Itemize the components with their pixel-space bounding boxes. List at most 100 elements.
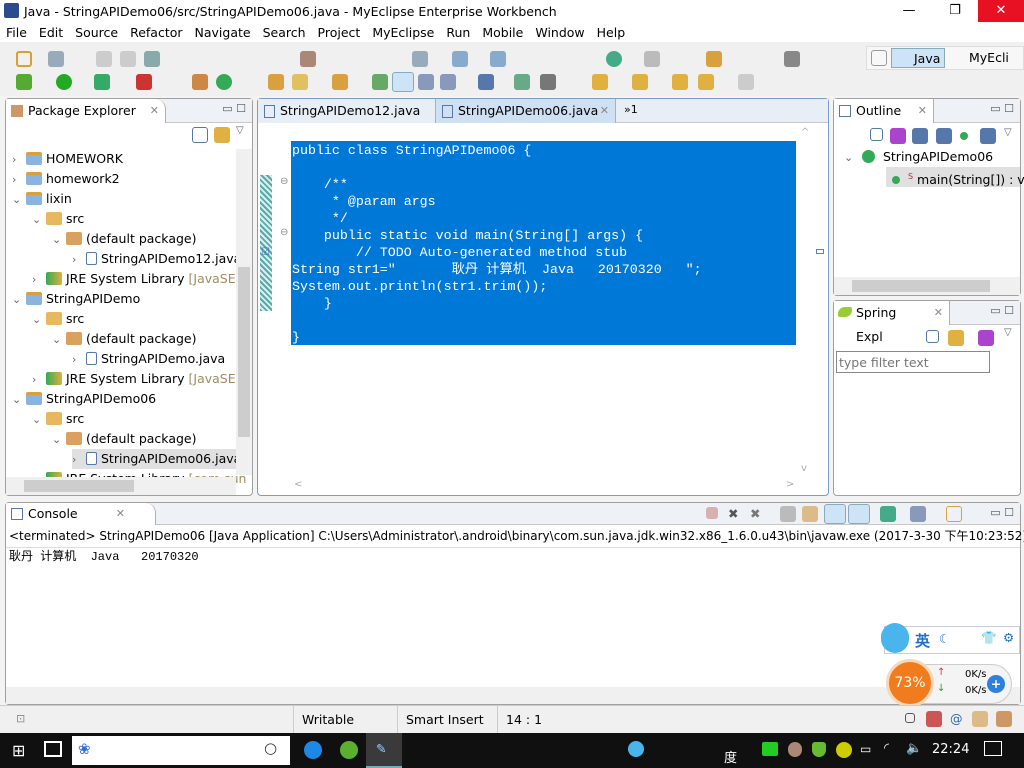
open-perspective-icon[interactable] bbox=[706, 51, 722, 67]
new-file-icon[interactable] bbox=[48, 51, 64, 67]
chevron-right-icon[interactable]: › bbox=[12, 150, 26, 170]
skin-icon[interactable]: 👕 bbox=[981, 630, 997, 646]
vertical-scrollbar[interactable] bbox=[236, 149, 252, 475]
browser-icon[interactable] bbox=[606, 51, 622, 67]
java-perspective-button[interactable]: Java bbox=[891, 48, 946, 68]
save-icon[interactable] bbox=[96, 51, 112, 67]
chevron-down-icon[interactable]: ⌄ bbox=[32, 310, 46, 330]
coverage-icon[interactable] bbox=[94, 74, 110, 90]
back-icon[interactable] bbox=[698, 74, 714, 90]
tab-overflow[interactable]: »1 bbox=[624, 103, 638, 116]
javadoc-icon[interactable]: @ bbox=[950, 711, 963, 726]
tab-stringapidemo06[interactable]: StringAPIDemo06.java ✕ bbox=[436, 99, 616, 123]
horizontal-scrollbar[interactable] bbox=[6, 687, 1020, 704]
new-package-icon[interactable] bbox=[192, 74, 208, 90]
open-folder-icon[interactable] bbox=[332, 74, 348, 90]
menu-refactor[interactable]: Refactor bbox=[124, 25, 188, 40]
servers-icon[interactable] bbox=[996, 711, 1012, 727]
chevron-right-icon[interactable]: › bbox=[72, 450, 86, 470]
remove-launch-icon[interactable]: ✖ bbox=[728, 506, 744, 522]
fold-icon[interactable]: ⊖ bbox=[280, 227, 288, 238]
ime-tray-icon[interactable] bbox=[628, 741, 644, 757]
open-type-icon[interactable] bbox=[268, 74, 284, 90]
minimize-maximize-icons[interactable]: ▭ ☐ bbox=[990, 102, 1014, 115]
chevron-down-icon[interactable]: ⌄ bbox=[12, 290, 26, 310]
chevron-right-icon[interactable]: › bbox=[72, 250, 86, 270]
mark-occurrences-icon[interactable] bbox=[392, 72, 414, 92]
myeclipse-perspective-button[interactable]: MyEcli bbox=[951, 48, 1009, 68]
outline-class[interactable]: ⌄ StringAPIDemo06 bbox=[844, 147, 993, 167]
camera-icon[interactable] bbox=[784, 51, 800, 67]
menu-navigate[interactable]: Navigate bbox=[189, 25, 257, 40]
chevron-right-icon[interactable]: › bbox=[72, 350, 86, 370]
tree-item[interactable]: › homework2 bbox=[12, 169, 120, 189]
baidu-tray[interactable]: 度 bbox=[724, 747, 737, 766]
tree-item[interactable]: ⌄ StringAPIDemo bbox=[12, 289, 140, 309]
servlet-icon[interactable] bbox=[412, 51, 428, 67]
browser-app-icon[interactable] bbox=[304, 741, 322, 759]
horizontal-scrollbar[interactable] bbox=[834, 277, 1020, 295]
link-with-editor-icon[interactable] bbox=[948, 330, 964, 346]
collapse-all-icon[interactable] bbox=[192, 127, 208, 143]
minimize-maximize-icons[interactable]: ▭ ☐ bbox=[990, 304, 1014, 317]
task-icon[interactable] bbox=[644, 51, 660, 67]
close-icon[interactable]: ✕ bbox=[600, 99, 609, 123]
new-icon[interactable] bbox=[16, 51, 32, 67]
scroll-lock-icon[interactable] bbox=[802, 506, 818, 522]
iqiyi-tray-icon[interactable] bbox=[762, 742, 778, 756]
menu-edit[interactable]: Edit bbox=[33, 25, 69, 40]
view-menu-icon[interactable]: ▽ bbox=[1004, 127, 1012, 138]
prev-edit-icon[interactable] bbox=[632, 74, 648, 90]
hide-local-types-icon[interactable] bbox=[980, 128, 996, 144]
chevron-right-icon[interactable]: › bbox=[32, 370, 46, 390]
forward-icon[interactable] bbox=[738, 74, 754, 90]
close-icon[interactable]: ✕ bbox=[116, 503, 125, 525]
minimize-button[interactable]: — bbox=[886, 0, 932, 22]
menu-window[interactable]: Window bbox=[529, 25, 590, 40]
external-tools-icon[interactable] bbox=[136, 74, 152, 90]
debug-icon[interactable] bbox=[16, 74, 32, 90]
gear-icon[interactable]: ⚙ bbox=[1003, 630, 1014, 645]
chevron-down-icon[interactable]: ⌄ bbox=[12, 390, 26, 410]
menu-project[interactable]: Project bbox=[312, 25, 367, 40]
accelerator-tray-icon[interactable] bbox=[836, 742, 852, 758]
menu-file[interactable]: File bbox=[0, 25, 33, 40]
server-icon[interactable] bbox=[452, 51, 468, 67]
link-with-editor-icon[interactable] bbox=[214, 127, 230, 143]
run-icon[interactable] bbox=[56, 74, 72, 90]
menu-help[interactable]: Help bbox=[591, 25, 632, 40]
user-tray-icon[interactable] bbox=[788, 742, 802, 757]
menu-myeclipse[interactable]: MyEclipse bbox=[366, 25, 440, 40]
scroll-down-icon[interactable]: v bbox=[801, 463, 807, 474]
chevron-down-icon[interactable]: ⌄ bbox=[12, 190, 26, 210]
tree-item[interactable]: ⌄ (default package) bbox=[52, 229, 196, 249]
tab-stringapidemo12[interactable]: StringAPIDemo12.java bbox=[258, 99, 436, 123]
tab-outline[interactable]: Outline ✕ bbox=[834, 99, 934, 123]
terminate-icon[interactable] bbox=[706, 507, 718, 519]
ime-mascot-icon[interactable] bbox=[881, 623, 909, 653]
tree-item[interactable]: ⌄ src bbox=[32, 409, 84, 429]
wifi-icon[interactable]: ◜ bbox=[884, 741, 889, 756]
overview-marker[interactable] bbox=[816, 249, 824, 254]
chevron-down-icon[interactable]: ⌄ bbox=[52, 330, 66, 350]
remove-all-icon[interactable]: ✖ bbox=[750, 506, 766, 522]
tree-item[interactable]: › JRE System Library [JavaSE-1 bbox=[32, 269, 248, 289]
outline-method[interactable]: S main(String[]) : vo bbox=[886, 167, 1024, 187]
server2-icon[interactable] bbox=[490, 51, 506, 67]
menu-search[interactable]: Search bbox=[257, 25, 312, 40]
filter-input[interactable] bbox=[836, 351, 990, 373]
search-icon[interactable] bbox=[292, 74, 308, 90]
clock[interactable]: 22:24 bbox=[932, 742, 969, 757]
pin-console-icon[interactable] bbox=[880, 506, 896, 522]
task-view-icon[interactable] bbox=[44, 741, 62, 757]
clear-console-icon[interactable] bbox=[780, 506, 796, 522]
problems-icon[interactable] bbox=[926, 711, 942, 727]
tree-item[interactable]: › StringAPIDemo06.java bbox=[72, 449, 246, 470]
cpu-ball[interactable]: 73% bbox=[886, 659, 934, 707]
show-on-stderr-icon[interactable] bbox=[848, 504, 870, 524]
close-icon[interactable]: ✕ bbox=[150, 99, 159, 123]
minimize-maximize-icons[interactable]: ▭ ☐ bbox=[222, 102, 246, 115]
print-icon[interactable] bbox=[144, 51, 160, 67]
tree-item[interactable]: › HOMEWORK bbox=[12, 149, 123, 169]
show-on-stdout-icon[interactable] bbox=[824, 504, 846, 524]
